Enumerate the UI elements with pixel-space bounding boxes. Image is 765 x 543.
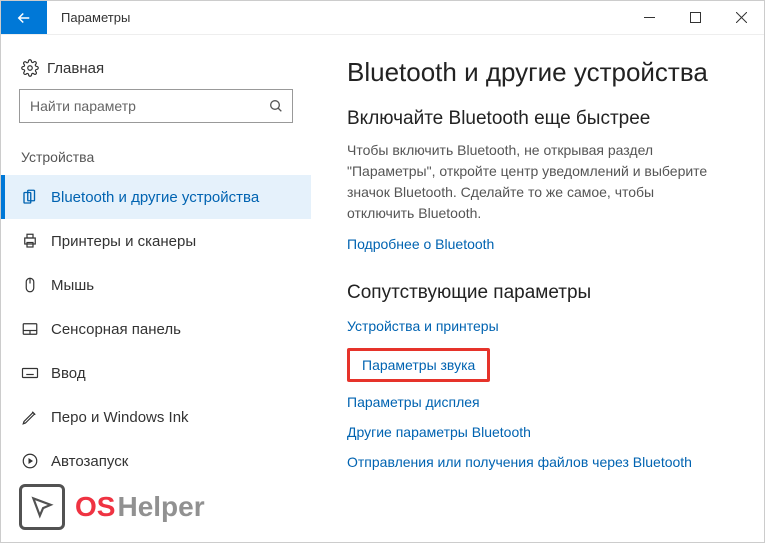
section-subheading: Включайте Bluetooth еще быстрее [347,108,744,130]
sidebar-nav: Bluetooth и другие устройства Принтеры и… [1,175,311,483]
search-input[interactable] [30,98,258,114]
arrow-left-icon [15,9,33,27]
sidebar-item-label: Автозапуск [51,453,128,470]
related-link-display[interactable]: Параметры дисплея [347,394,480,410]
related-link-send-receive[interactable]: Отправления или получения файлов через B… [347,454,692,470]
sidebar-item-typing[interactable]: Ввод [1,351,311,395]
gear-icon [21,59,47,77]
sidebar-item-printers[interactable]: Принтеры и сканеры [1,219,311,263]
back-button[interactable] [1,1,47,34]
related-link-sound[interactable]: Параметры звука [362,357,475,373]
page-heading: Bluetooth и другие устройства [347,57,744,88]
close-button[interactable] [718,1,764,35]
close-icon [736,12,747,23]
home-label: Главная [47,60,104,77]
pen-icon [21,408,51,426]
sidebar-item-label: Ввод [51,365,86,382]
learn-more-link[interactable]: Подробнее о Bluetooth [347,236,494,252]
sidebar-item-autoplay[interactable]: Автозапуск [1,439,311,483]
sidebar-item-label: Перо и Windows Ink [51,409,189,426]
sidebar-item-label: Сенсорная панель [51,321,181,338]
touchpad-icon [21,320,51,338]
window-title: Параметры [47,1,626,34]
content: Главная Устройства Bluetooth и другие ус… [1,35,764,542]
search-box[interactable] [19,89,293,123]
sidebar-item-label: Принтеры и сканеры [51,233,196,250]
related-heading: Сопутствующие параметры [347,282,744,304]
main-panel: Bluetooth и другие устройства Включайте … [311,35,764,542]
sidebar-item-pen[interactable]: Перо и Windows Ink [1,395,311,439]
keyboard-icon [21,364,51,382]
highlight-box: Параметры звука [347,348,490,382]
autoplay-icon [21,452,51,470]
minimize-icon [644,12,655,23]
home-nav[interactable]: Главная [1,53,311,89]
sidebar-item-bluetooth[interactable]: Bluetooth и другие устройства [1,175,311,219]
sidebar-item-touchpad[interactable]: Сенсорная панель [1,307,311,351]
minimize-button[interactable] [626,1,672,35]
sidebar: Главная Устройства Bluetooth и другие ус… [1,35,311,542]
maximize-icon [690,12,701,23]
section-body: Чтобы включить Bluetooth, не открывая ра… [347,140,717,224]
mouse-icon [21,276,51,294]
sidebar-item-mouse[interactable]: Мышь [1,263,311,307]
search-icon [268,98,284,114]
bluetooth-icon [21,188,51,206]
search-wrap [1,89,311,123]
sidebar-item-label: Мышь [51,277,94,294]
titlebar: Параметры [1,1,764,35]
related-link-devices-printers[interactable]: Устройства и принтеры [347,318,499,334]
sidebar-item-label: Bluetooth и другие устройства [51,189,259,206]
maximize-button[interactable] [672,1,718,35]
printer-icon [21,232,51,250]
related-link-more-bluetooth[interactable]: Другие параметры Bluetooth [347,424,531,440]
sidebar-section-label: Устройства [1,149,311,175]
window-controls [626,1,764,34]
